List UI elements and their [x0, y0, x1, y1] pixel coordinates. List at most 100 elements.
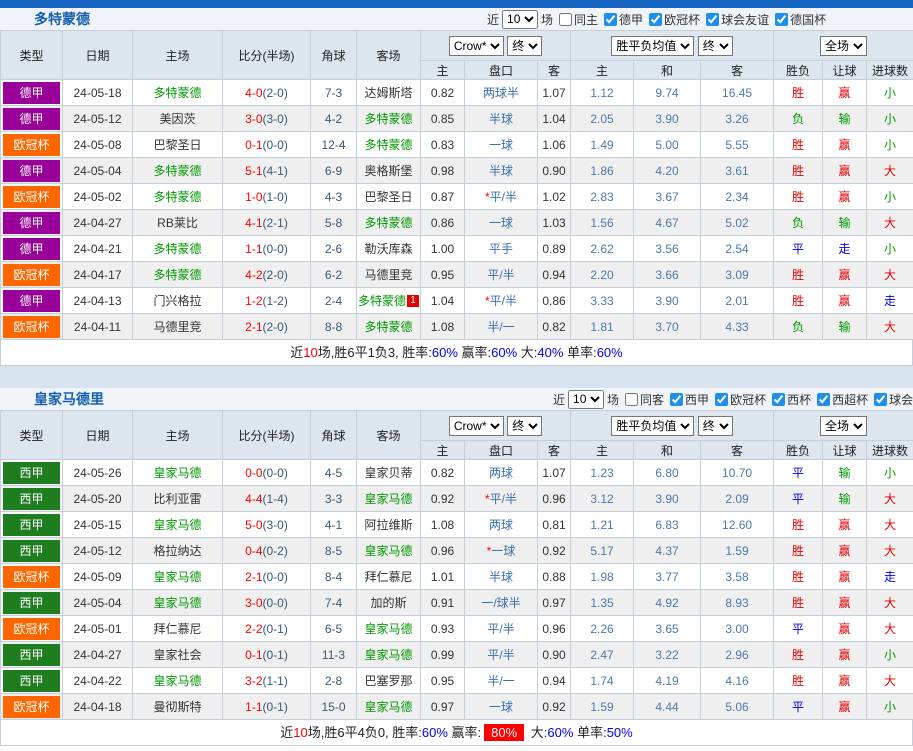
scope-select[interactable]: 全场	[820, 36, 867, 56]
away-team-cell: 多特蒙德1	[357, 288, 421, 314]
avg-home-cell: 3.12	[571, 486, 634, 512]
competition-option: 西杯	[766, 391, 811, 408]
away-team[interactable]: 皇家马德	[364, 622, 412, 636]
competition-checkbox[interactable]	[772, 393, 785, 406]
score-cell: 0-0(0-0)	[223, 460, 311, 486]
recent-count-select[interactable]: 10	[568, 390, 604, 409]
halftime-score: (1-2)	[263, 294, 288, 308]
near-label: 近	[487, 11, 499, 28]
home-team[interactable]: 皇家马德	[153, 466, 201, 480]
avg-away-cell: 10.70	[701, 460, 774, 486]
result-goals-cell: 大	[867, 668, 913, 694]
league-badge: 德甲	[3, 238, 60, 260]
avg-select[interactable]: 胜平负均值	[611, 416, 694, 436]
result-handicap-cell: 输	[823, 460, 867, 486]
home-team[interactable]: 多特蒙德	[153, 164, 201, 178]
summary-text: 近	[290, 345, 303, 360]
avg-draw-cell: 3.90	[634, 288, 701, 314]
odds-home-cell: 1.08	[421, 512, 465, 538]
home-team[interactable]: 皇家马德	[153, 518, 201, 532]
date-cell: 24-04-21	[63, 236, 133, 262]
result-wdl-cell: 胜	[774, 538, 823, 564]
fulltime-score: 2-1	[245, 320, 262, 334]
result-handicap-cell: 赢	[823, 590, 867, 616]
away-team[interactable]: 多特蒙德	[364, 320, 412, 334]
home-team[interactable]: 皇家马德	[153, 674, 201, 688]
odds-final-select[interactable]: 终	[507, 36, 542, 56]
home-team[interactable]: 多特蒙德	[153, 242, 201, 256]
date-cell: 24-05-02	[63, 184, 133, 210]
handicap-value: 平/半	[487, 268, 514, 282]
league-badge: 欧冠杯	[3, 264, 60, 286]
league-badge: 德甲	[3, 108, 60, 130]
home-team[interactable]: 皇家马德	[153, 596, 201, 610]
away-team[interactable]: 多特蒙德	[364, 112, 412, 126]
result-handicap-cell: 输	[823, 210, 867, 236]
away-team[interactable]: 多特蒙德	[364, 216, 412, 230]
score-cell: 1-0(1-0)	[223, 184, 311, 210]
section-title: 皇家马德里	[34, 389, 104, 409]
odds-company-select[interactable]: Crow*	[449, 416, 504, 436]
match-row: 西甲24-05-15皇家马德5-0(3-0)4-1阿拉维斯1.08两球0.811…	[1, 512, 913, 538]
score-cell: 3-0(0-0)	[223, 590, 311, 616]
near-label: 近	[553, 391, 565, 408]
home-team[interactable]: 多特蒙德	[153, 86, 201, 100]
same-venue-checkbox[interactable]	[559, 13, 572, 26]
handicap-cell: 半球	[465, 564, 538, 590]
score-cell: 3-0(3-0)	[223, 106, 311, 132]
avg-final-select[interactable]: 终	[698, 416, 733, 436]
home-team-cell: 皇家马德	[133, 512, 223, 538]
avg-final-select[interactable]: 终	[698, 36, 733, 56]
avg-draw-cell: 9.74	[634, 80, 701, 106]
same-venue-checkbox[interactable]	[625, 393, 638, 406]
result-wdl-cell: 胜	[774, 132, 823, 158]
away-team[interactable]: 皇家马德	[364, 492, 412, 506]
league-cell: 德甲	[1, 158, 63, 184]
handicap-cell: 平/半	[465, 642, 538, 668]
score-cell: 5-1(4-1)	[223, 158, 311, 184]
avg-draw-cell: 3.67	[634, 184, 701, 210]
competition-checkbox[interactable]	[817, 393, 830, 406]
avg-select[interactable]: 胜平负均值	[611, 36, 694, 56]
competition-checkbox[interactable]	[604, 13, 617, 26]
competition-checkbox[interactable]	[715, 393, 728, 406]
away-team-cell: 皇家马德	[357, 486, 421, 512]
competition-option: 西甲	[664, 391, 709, 408]
competition-checkbox[interactable]	[775, 13, 788, 26]
col-corner: 角球	[311, 31, 357, 80]
away-team[interactable]: 多特蒙德	[358, 294, 406, 308]
odds-final-select[interactable]: 终	[507, 416, 542, 436]
competition-checkbox[interactable]	[874, 393, 887, 406]
competition-label: 球会友谊	[889, 391, 913, 408]
scope-select[interactable]: 全场	[820, 416, 867, 436]
competition-checkbox[interactable]	[706, 13, 719, 26]
league-badge: 欧冠杯	[3, 696, 60, 718]
away-team[interactable]: 皇家马德	[364, 700, 412, 714]
summary-text: 10	[293, 725, 307, 740]
handicap-value: 半/一	[487, 320, 514, 334]
away-team[interactable]: 皇家马德	[364, 648, 412, 662]
date-cell: 24-05-04	[63, 158, 133, 184]
avg-home-cell: 1.35	[571, 590, 634, 616]
handicap-cell: 平/半	[465, 616, 538, 642]
competition-checkbox[interactable]	[670, 393, 683, 406]
recent-count-select[interactable]: 10	[502, 10, 538, 29]
home-team[interactable]: 皇家马德	[153, 570, 201, 584]
avg-draw-cell: 4.37	[634, 538, 701, 564]
home-team[interactable]: 多特蒙德	[153, 190, 201, 204]
league-cell: 欧冠杯	[1, 314, 63, 340]
home-team-cell: 美因茨	[133, 106, 223, 132]
fulltime-score: 1-1	[245, 700, 262, 714]
away-team-cell: 巴塞罗那	[357, 668, 421, 694]
odds-away-cell: 0.88	[538, 564, 571, 590]
date-cell: 24-05-08	[63, 132, 133, 158]
avg-away-cell: 5.06	[701, 694, 774, 720]
away-team[interactable]: 皇家马德	[364, 544, 412, 558]
col-result-wdl: 胜负	[774, 61, 823, 80]
odds-company-select[interactable]: Crow*	[449, 36, 504, 56]
competition-checkbox[interactable]	[649, 13, 662, 26]
home-team[interactable]: 多特蒙德	[153, 268, 201, 282]
away-team[interactable]: 多特蒙德	[364, 138, 412, 152]
col-odds-away: 客	[538, 61, 571, 80]
home-team: RB莱比	[157, 216, 198, 230]
